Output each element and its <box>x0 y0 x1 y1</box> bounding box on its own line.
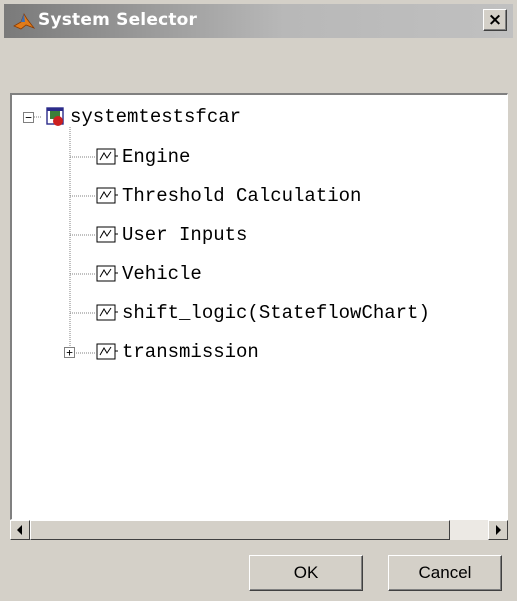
tree-node-label: transmission <box>122 341 259 363</box>
scroll-left-button[interactable] <box>10 520 30 540</box>
tree-node-label: User Inputs <box>122 224 248 246</box>
system-selector-dialog: System Selector × − systemtestsfcar Engi… <box>0 0 517 601</box>
tree-node-label: Threshold Calculation <box>122 185 362 207</box>
tree-root-label[interactable]: systemtestsfcar <box>70 106 241 128</box>
tree-node-user-inputs[interactable]: User Inputs <box>96 224 486 248</box>
subsystem-block-icon <box>96 343 118 360</box>
scroll-right-button[interactable] <box>488 520 508 540</box>
tree-node-label: shift_logic(StateflowChart) <box>122 302 430 324</box>
close-button[interactable]: × <box>483 9 507 31</box>
root-collapse-toggle[interactable]: − <box>23 112 34 123</box>
subsystem-block-icon <box>96 304 118 321</box>
window-title: System Selector <box>38 10 198 30</box>
tree-node-label: Vehicle <box>122 263 202 285</box>
tree-node-threshold-calculation[interactable]: Threshold Calculation <box>96 185 486 209</box>
subsystem-block-icon <box>96 226 118 243</box>
horizontal-scrollbar[interactable] <box>10 520 508 540</box>
tree-node-label: Engine <box>122 146 191 168</box>
tree-node-vehicle[interactable]: Vehicle <box>96 263 486 287</box>
subsystem-block-icon <box>96 187 118 204</box>
tree-node-engine[interactable]: Engine <box>96 146 486 170</box>
close-icon: × <box>487 9 503 30</box>
subsystem-block-icon <box>96 265 118 282</box>
subsystem-block-icon <box>96 148 118 165</box>
title-bar[interactable]: System Selector × <box>4 4 513 38</box>
tree-node-shift-logic[interactable]: shift_logic(StateflowChart) <box>96 302 506 326</box>
scroll-thumb[interactable] <box>30 520 450 540</box>
cancel-button[interactable]: Cancel <box>388 555 502 591</box>
arrow-left-icon <box>17 525 22 535</box>
system-tree[interactable]: − systemtestsfcar Engine Threshold Calcu… <box>10 93 508 520</box>
model-root-icon <box>46 107 64 126</box>
transmission-expand-toggle[interactable]: + <box>64 347 75 358</box>
ok-button[interactable]: OK <box>249 555 363 591</box>
tree-node-transmission[interactable]: transmission <box>96 341 486 365</box>
matlab-logo-icon <box>13 13 36 30</box>
arrow-right-icon <box>496 525 501 535</box>
